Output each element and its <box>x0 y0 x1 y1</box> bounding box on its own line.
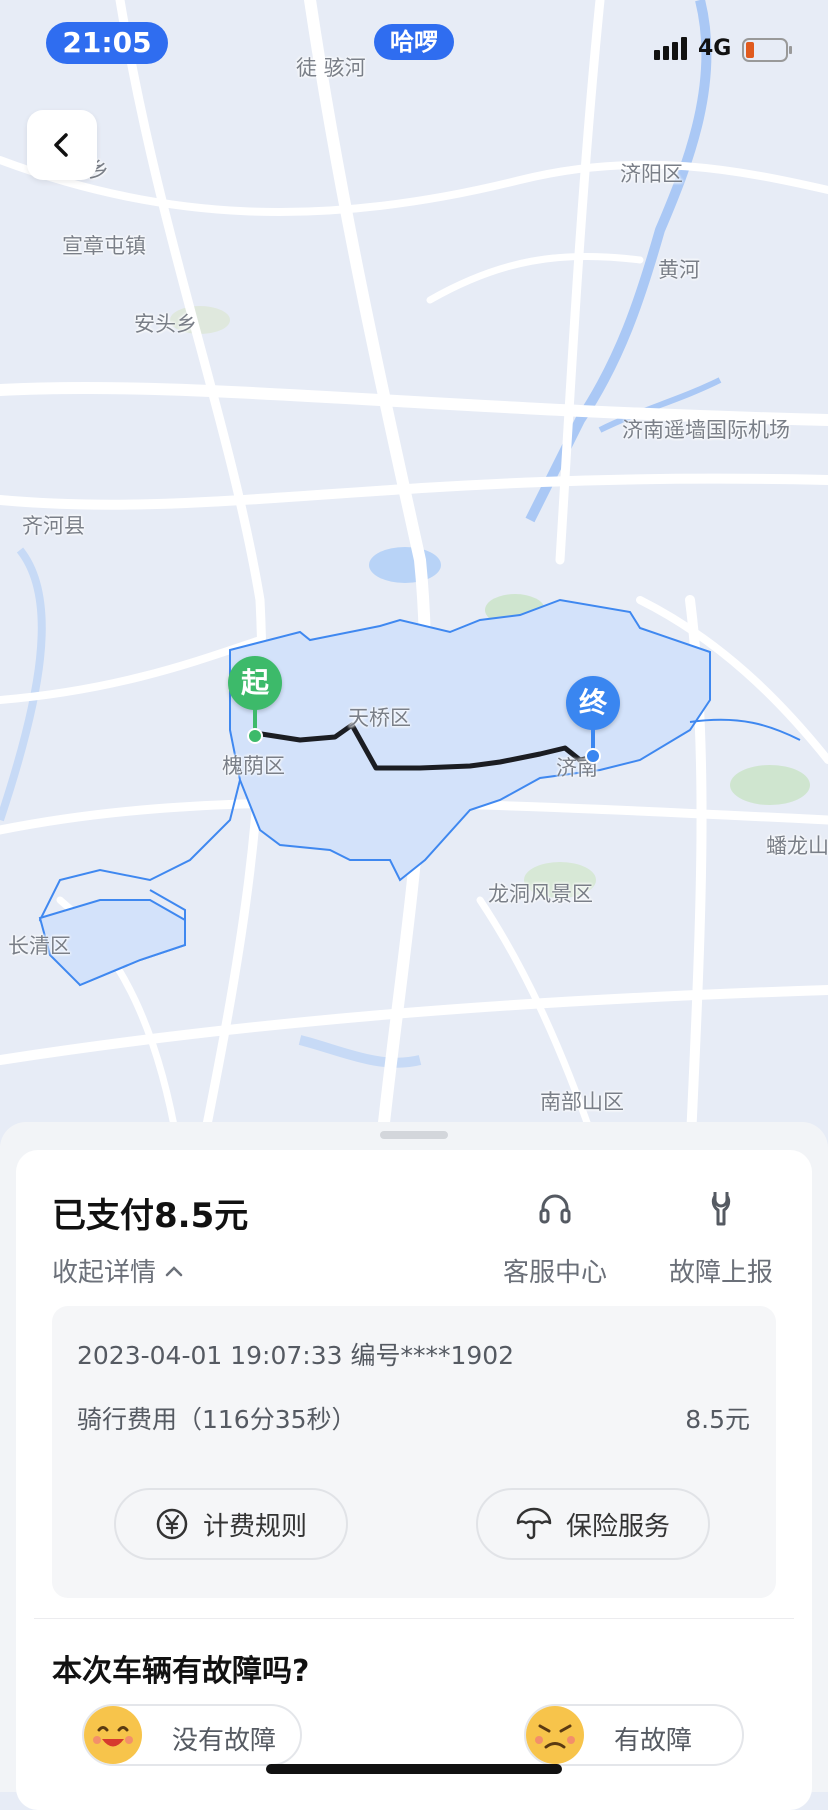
customer-service-button[interactable]: 客服中心 <box>490 1188 620 1289</box>
end-marker[interactable]: 终 <box>566 676 622 766</box>
fault-question: 本次车辆有故障吗? <box>52 1654 310 1689</box>
collapse-details-label: 收起详情 <box>52 1258 157 1288</box>
headset-icon <box>539 1194 571 1224</box>
start-marker[interactable]: 起 <box>228 656 284 746</box>
map-label-antou: 安头乡 <box>134 312 197 336</box>
ride-fee-amount: 8.5元 <box>685 1405 750 1434</box>
map-label-huaiyin: 槐荫区 <box>222 754 285 778</box>
battery-icon <box>742 38 792 62</box>
has-fault-label: 有故障 <box>614 1726 693 1756</box>
start-point-dot <box>247 728 263 744</box>
yen-icon <box>156 1508 188 1540</box>
map-label-qihe: 齐河县 <box>22 514 85 538</box>
network-type: 4G <box>698 36 732 61</box>
wrench-icon <box>711 1192 731 1226</box>
sheet-grabber[interactable] <box>380 1131 448 1139</box>
section-divider <box>34 1618 794 1619</box>
no-fault-label: 没有故障 <box>172 1726 277 1756</box>
no-fault-button[interactable]: 没有故障 <box>82 1704 302 1766</box>
home-indicator[interactable] <box>266 1764 562 1774</box>
report-fault-button[interactable]: 故障上报 <box>656 1188 786 1289</box>
pricing-rules-label: 计费规则 <box>202 1511 307 1542</box>
map-label-airport: 济南遥墙国际机场 <box>622 418 790 442</box>
chevron-left-icon <box>54 133 68 157</box>
report-fault-label: 故障上报 <box>668 1258 773 1288</box>
map-label-jiyang: 济阳区 <box>620 162 683 186</box>
map-label-nanbushan: 南部山区 <box>540 1090 624 1114</box>
map-label-tianqiao: 天桥区 <box>348 706 411 730</box>
pricing-rules-button[interactable]: 计费规则 <box>114 1488 348 1560</box>
map-label-xuanzhang: 宣章屯镇 <box>62 234 146 258</box>
collapse-details-button[interactable]: 收起详情 <box>52 1252 184 1289</box>
ride-fee-label: 骑行费用（116分35秒） <box>77 1405 357 1434</box>
angry-face-icon <box>526 1706 584 1764</box>
insurance-service-button[interactable]: 保险服务 <box>476 1488 710 1560</box>
status-time: 21:05 <box>46 22 168 64</box>
umbrella-icon <box>516 1507 552 1540</box>
customer-service-label: 客服中心 <box>502 1258 607 1288</box>
map-label-tuhaihe: 徒 骇河 <box>296 56 366 80</box>
signal-icon <box>654 37 687 60</box>
smile-face-icon <box>84 1706 142 1764</box>
insurance-service-label: 保险服务 <box>565 1511 670 1542</box>
paid-amount-title: 已支付8.5元 <box>52 1196 249 1236</box>
app-badge[interactable]: 哈啰 <box>374 24 454 60</box>
map-canvas[interactable] <box>0 0 828 1166</box>
map-label-panlong: 蟠龙山 <box>766 834 828 858</box>
back-button[interactable] <box>27 110 97 180</box>
order-time-and-id: 2023-04-01 19:07:33 编号****1902 <box>77 1341 515 1370</box>
map-view[interactable]: 徒 骇河 乡 济阳区 宣章屯镇 黄河 安头乡 济南遥墙国际机场 齐河县 天桥区 … <box>0 0 828 1166</box>
map-label-changqing: 长清区 <box>8 934 71 958</box>
end-point-dot <box>585 748 601 764</box>
has-fault-button[interactable]: 有故障 <box>524 1704 744 1766</box>
chevron-up-icon <box>165 1265 183 1276</box>
end-marker-label: 终 <box>566 676 620 730</box>
map-label-huanghe: 黄河 <box>658 258 700 282</box>
map-label-longdong: 龙洞风景区 <box>488 882 593 906</box>
start-marker-label: 起 <box>228 656 282 710</box>
